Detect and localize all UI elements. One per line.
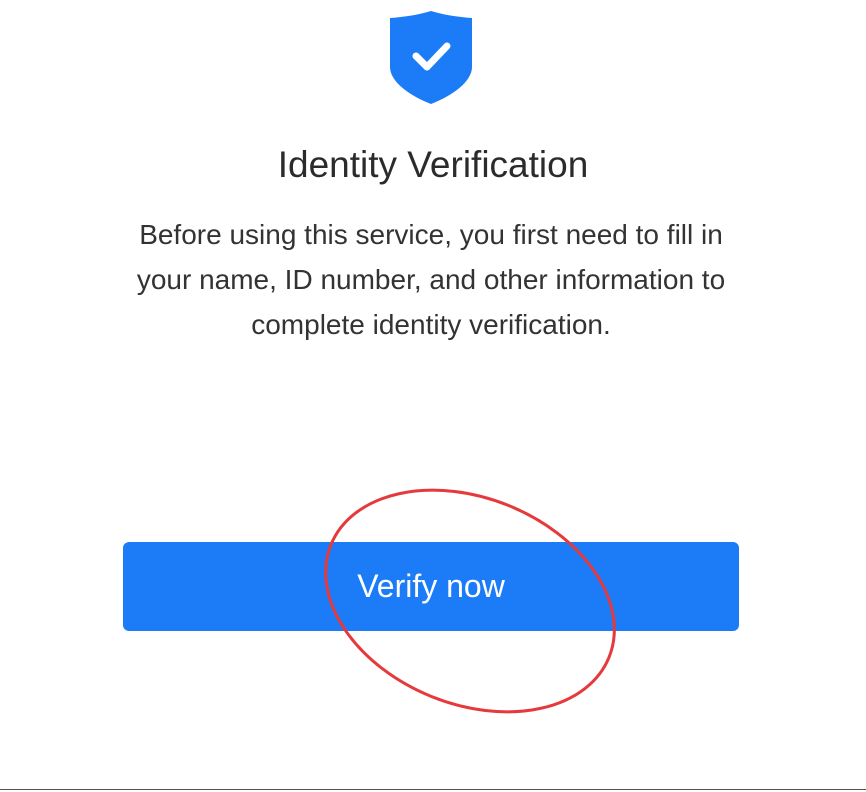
shield-shape (390, 11, 472, 104)
shield-check-icon (390, 11, 472, 104)
bottom-divider (0, 789, 866, 790)
annotation-circle (324, 488, 616, 714)
verification-description: Before using this service, you first nee… (136, 219, 726, 340)
page-title: Identity Verification (277, 144, 589, 185)
verify-now-button[interactable]: Verify now (123, 542, 739, 631)
